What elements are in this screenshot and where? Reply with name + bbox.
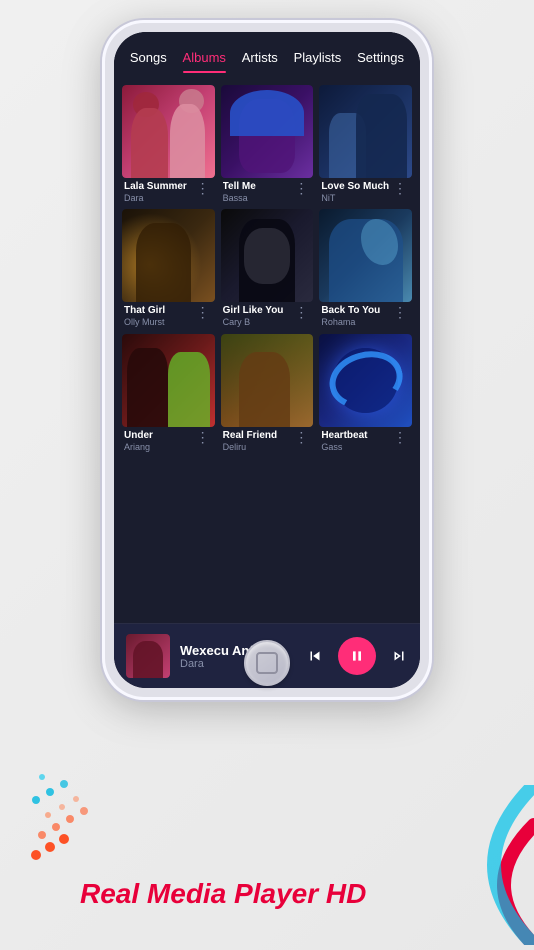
album-menu-button[interactable]: ⋮: [391, 305, 410, 319]
nav-tabs: Songs Albums Artists Playlists Settings: [114, 32, 420, 77]
album-cover: [319, 209, 412, 302]
bottom-brand-text: Real Media Player HD: [80, 878, 366, 910]
album-cover: [122, 85, 215, 178]
playback-controls: [306, 637, 408, 675]
tab-albums[interactable]: Albums: [183, 46, 226, 69]
album-menu-button[interactable]: ⋮: [194, 430, 213, 444]
album-item[interactable]: That Girl Olly Murst ⋮: [122, 209, 215, 327]
album-menu-button[interactable]: ⋮: [391, 430, 410, 444]
album-menu-button[interactable]: ⋮: [391, 181, 410, 195]
album-artist: Cary B: [223, 317, 293, 328]
screen-content: Songs Albums Artists Playlists Settings: [114, 32, 420, 688]
album-artist: Olly Murst: [124, 317, 194, 328]
album-title: Love So Much: [321, 181, 391, 193]
previous-button[interactable]: [306, 647, 324, 665]
pause-button[interactable]: [338, 637, 376, 675]
album-title: Heartbeat: [321, 430, 391, 442]
album-cover: [221, 334, 314, 427]
phone-frame: Songs Albums Artists Playlists Settings: [102, 20, 432, 700]
album-title: Tell Me: [223, 181, 293, 193]
album-artist: Bassa: [223, 193, 293, 204]
arcs-decoration: [394, 785, 534, 950]
album-item[interactable]: Tell Me Bassa ⋮: [221, 85, 314, 203]
album-cover: [319, 85, 412, 178]
home-button-inner: [256, 652, 278, 674]
album-menu-button[interactable]: ⋮: [292, 305, 311, 319]
album-menu-button[interactable]: ⋮: [194, 305, 213, 319]
album-cover: [319, 334, 412, 427]
album-item[interactable]: Love So Much NiT ⋮: [319, 85, 412, 203]
album-cover: [221, 209, 314, 302]
album-item[interactable]: Heartbeat Gass ⋮: [319, 334, 412, 452]
album-title: Lala Summer: [124, 181, 194, 193]
home-button[interactable]: [244, 640, 290, 686]
album-artist: NiT: [321, 193, 391, 204]
album-menu-button[interactable]: ⋮: [292, 430, 311, 444]
album-cover: [122, 209, 215, 302]
album-title: Real Friend: [223, 430, 293, 442]
album-item[interactable]: Real Friend Deliru ⋮: [221, 334, 314, 452]
tab-songs[interactable]: Songs: [130, 46, 167, 69]
tab-settings[interactable]: Settings: [357, 46, 404, 69]
next-button[interactable]: [390, 647, 408, 665]
album-title: Girl Like You: [223, 305, 293, 317]
tab-playlists[interactable]: Playlists: [294, 46, 342, 69]
album-menu-button[interactable]: ⋮: [292, 181, 311, 195]
album-item[interactable]: Under Ariang ⋮: [122, 334, 215, 452]
album-menu-button[interactable]: ⋮: [194, 181, 213, 195]
album-item[interactable]: Lala Summer Dara ⋮: [122, 85, 215, 203]
album-item[interactable]: Girl Like You Cary B ⋮: [221, 209, 314, 327]
now-playing-thumbnail: [126, 634, 170, 678]
album-title: Back To You: [321, 305, 391, 317]
album-cover: [122, 334, 215, 427]
album-grid: Lala Summer Dara ⋮: [114, 77, 420, 623]
album-item[interactable]: Back To You Rohama ⋮: [319, 209, 412, 327]
dots-decoration: [28, 765, 103, 870]
phone-screen: Songs Albums Artists Playlists Settings: [114, 32, 420, 688]
album-title: Under: [124, 430, 194, 442]
album-artist: Rohama: [321, 317, 391, 328]
album-artist: Dara: [124, 193, 194, 204]
album-artist: Deliru: [223, 442, 293, 453]
album-artist: Gass: [321, 442, 391, 453]
album-artist: Ariang: [124, 442, 194, 453]
album-cover: [221, 85, 314, 178]
album-title: That Girl: [124, 305, 194, 317]
tab-artists[interactable]: Artists: [242, 46, 278, 69]
